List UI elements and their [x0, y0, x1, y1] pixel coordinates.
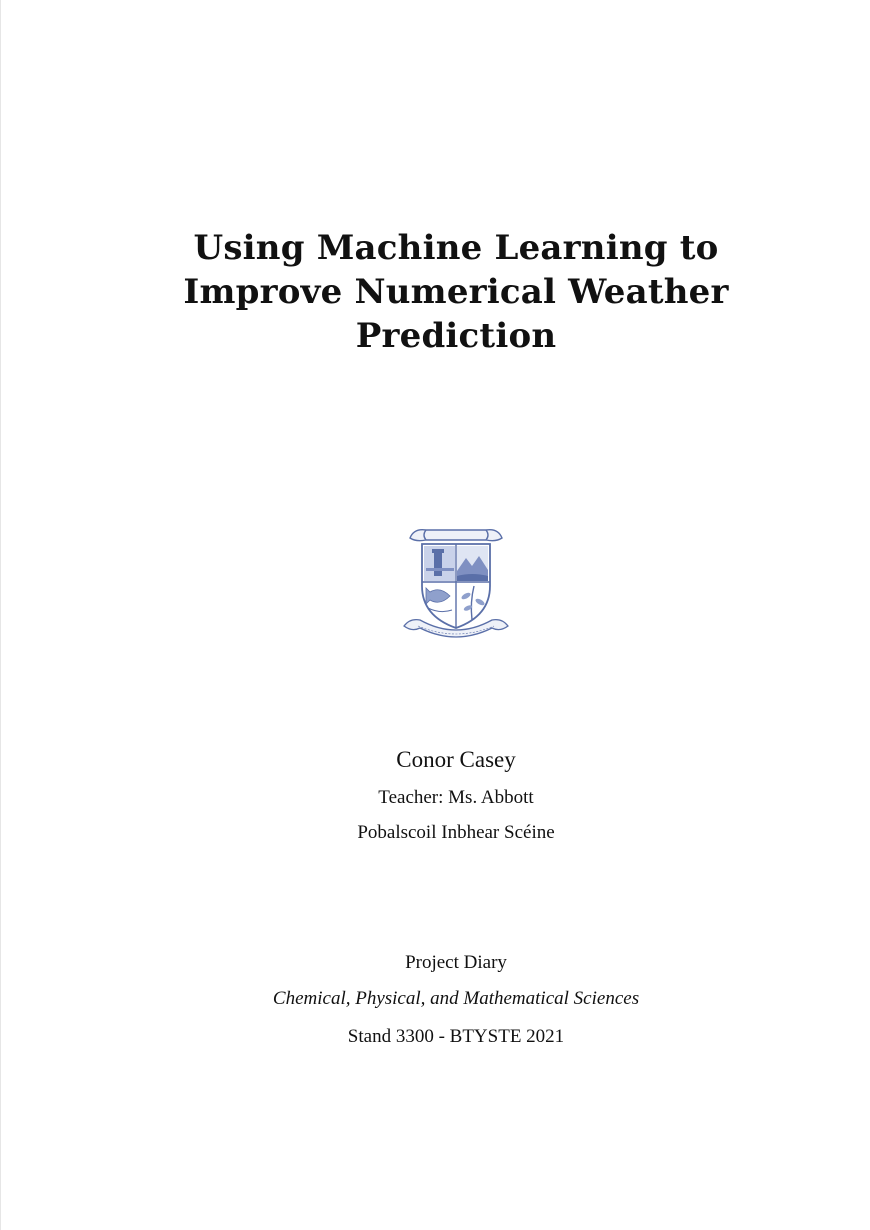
author-name: Conor Casey: [396, 747, 516, 772]
school-name: Pobalscoil Inbhear Scéine: [357, 822, 555, 843]
teacher-name: Teacher: Ms. Abbott: [378, 787, 534, 808]
title-page: Using Machine Learning to Improve Numeri…: [0, 0, 870, 1230]
project-type: Project Diary: [405, 952, 507, 973]
project-category: Chemical, Physical, and Mathematical Sci…: [272, 988, 640, 1009]
project-stand: Stand 3300 - BTYSTE 2021: [347, 1026, 565, 1047]
school-crest-icon: [403, 528, 509, 638]
title-line-3: Prediction: [355, 316, 557, 356]
document-title: Using Machine Learning to Improve Numeri…: [0, 226, 870, 358]
title-line-1: Using Machine Learning to: [193, 228, 719, 268]
title-line-2: Improve Numerical Weather: [183, 272, 729, 312]
